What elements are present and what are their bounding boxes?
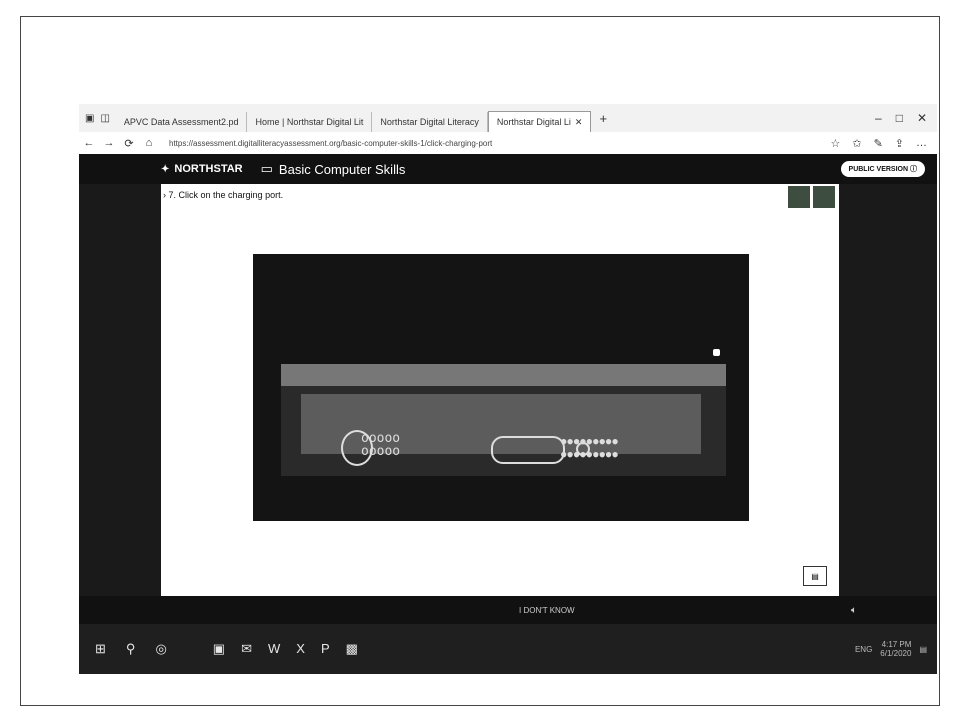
module-title-text: Basic Computer Skills (278, 161, 406, 177)
cortana-icon[interactable]: ◎ (155, 641, 166, 657)
tab-actions: ▣ ◫ (79, 113, 116, 124)
page-frame: ▣ ◫ APVC Data Assessment2.pd Home | Nort… (20, 16, 940, 706)
windows-start-icon[interactable]: ⊞ (95, 641, 106, 657)
favorite-icon[interactable]: ☆ (830, 137, 840, 150)
clock-date: 6/1/2020 (880, 649, 912, 658)
phone-body: ooooo ooooo ●●●●●●●●● ●●●●●●●●● (301, 394, 701, 466)
tab-apvc[interactable]: APVC Data Assessment2.pd (116, 112, 248, 132)
system-tray: ENG 4:17 PM 6/1/2020 ▤ (855, 640, 927, 658)
speaker-grille-right[interactable]: ●●●●●●●●● ●●●●●●●●● (561, 436, 619, 462)
excel-icon[interactable]: X (296, 641, 305, 657)
logo-text: NORTHSTAR (174, 163, 243, 175)
notes-icon[interactable]: ✎ (874, 137, 883, 150)
question-label: 7. Click on the charging port. (168, 190, 284, 200)
public-version-badge[interactable]: PUBLIC VERSION ⓘ (840, 161, 925, 177)
northstar-logo: ✦ NORTHSTAR (161, 163, 243, 175)
app-header: ✦ NORTHSTAR ▭ Basic Computer Skills PUBL… (79, 154, 937, 184)
phone-bottom-edge: ooooo ooooo ●●●●●●●●● ●●●●●●●●● (281, 364, 726, 476)
close-tab-icon[interactable]: ✕ (575, 117, 583, 128)
tab-label: APVC Data Assessment2.pd (123, 117, 239, 127)
word-icon[interactable]: W (268, 641, 280, 657)
address-bar: ← → ⟳ ⌂ https://assessment.digitallitera… (79, 132, 937, 155)
compass-icon: ✦ (161, 163, 170, 175)
window-controls: – □ ✕ (875, 111, 937, 125)
back-icon[interactable]: ← (79, 137, 99, 149)
taskbar-left: ⊞ ⚲ ◎ (95, 641, 167, 657)
share-icon[interactable]: ⇪ (895, 137, 904, 150)
image-icon[interactable]: ▤ (803, 566, 827, 586)
close-window-icon[interactable]: ✕ (917, 111, 927, 125)
tab-label: Northstar Digital Literacy (380, 117, 479, 127)
chevron-right-icon: › (163, 190, 166, 200)
favorites-list-icon[interactable]: ✩ (852, 137, 861, 150)
clock-time: 4:17 PM (881, 640, 912, 649)
tab-northstar-literacy[interactable]: Northstar Digital Literacy (372, 112, 488, 132)
browser-tools: ☆ ✩ ✎ ⇪ … (830, 137, 937, 150)
thumbnails (788, 186, 835, 208)
refresh-icon[interactable]: ⟳ (119, 137, 139, 150)
store-icon[interactable]: ▣ (213, 641, 225, 657)
minimize-icon[interactable]: – (875, 111, 882, 125)
tab-aside-icon[interactable]: ◫ (100, 113, 109, 124)
tab-label: Home | Northstar Digital Lit (255, 117, 364, 127)
footer-bar: I DON'T KNOW 🔈︎ (79, 596, 937, 624)
tab-home-northstar[interactable]: Home | Northstar Digital Lit (247, 112, 373, 132)
search-icon[interactable]: ⚲ (126, 641, 136, 657)
taskbar-apps: ▣ ✉ W X P ▩ (213, 641, 358, 657)
tab-list-icon[interactable]: ▣ (85, 113, 94, 124)
i-dont-know-button[interactable]: I DON'T KNOW (519, 606, 575, 615)
public-badge-label: PUBLIC VERSION (848, 166, 909, 173)
speaker-grille-left[interactable]: ooooo ooooo (361, 432, 400, 458)
url-field[interactable]: https://assessment.digitalliteracyassess… (169, 139, 820, 148)
question-area: › 7. Click on the charging port. ooooo oo… (161, 184, 839, 596)
module-title: ▭ Basic Computer Skills (261, 161, 406, 177)
new-tab-button[interactable]: + (591, 111, 615, 126)
notifications-icon[interactable]: ▤ (919, 645, 927, 654)
forward-icon[interactable]: → (99, 137, 119, 149)
mail-icon[interactable]: ✉ (241, 641, 252, 657)
more-icon[interactable]: … (916, 137, 927, 150)
phone-photo: ooooo ooooo ●●●●●●●●● ●●●●●●●●● (253, 254, 749, 521)
home-icon[interactable]: ⌂ (139, 137, 159, 149)
tab-northstar-active[interactable]: Northstar Digital Li ✕ (487, 111, 592, 132)
tab-label: Northstar Digital Li (496, 117, 571, 127)
thumbnail-1[interactable] (788, 186, 810, 208)
browser-tab-bar: ▣ ◫ APVC Data Assessment2.pd Home | Nort… (79, 104, 937, 132)
question-text: › 7. Click on the charging port. (163, 190, 283, 200)
clock[interactable]: 4:17 PM 6/1/2020 (880, 640, 911, 658)
speaker-icon[interactable]: 🔈︎ (851, 605, 857, 616)
maximize-icon[interactable]: □ (896, 111, 903, 125)
thumbnail-2[interactable] (813, 186, 835, 208)
app-icon[interactable]: ▩ (346, 641, 358, 657)
monitor-icon: ▭ (260, 161, 273, 176)
tray-text[interactable]: ENG (855, 645, 872, 654)
powerpoint-icon[interactable]: P (321, 641, 330, 657)
taskbar: ⊞ ⚲ ◎ ▣ ✉ W X P ▩ ENG 4:17 PM 6/1/2020 ▤ (79, 624, 937, 674)
light-reflection (713, 349, 720, 356)
screenshot: ▣ ◫ APVC Data Assessment2.pd Home | Nort… (79, 104, 937, 674)
charging-port[interactable] (491, 436, 565, 464)
phone-rim (281, 364, 726, 386)
